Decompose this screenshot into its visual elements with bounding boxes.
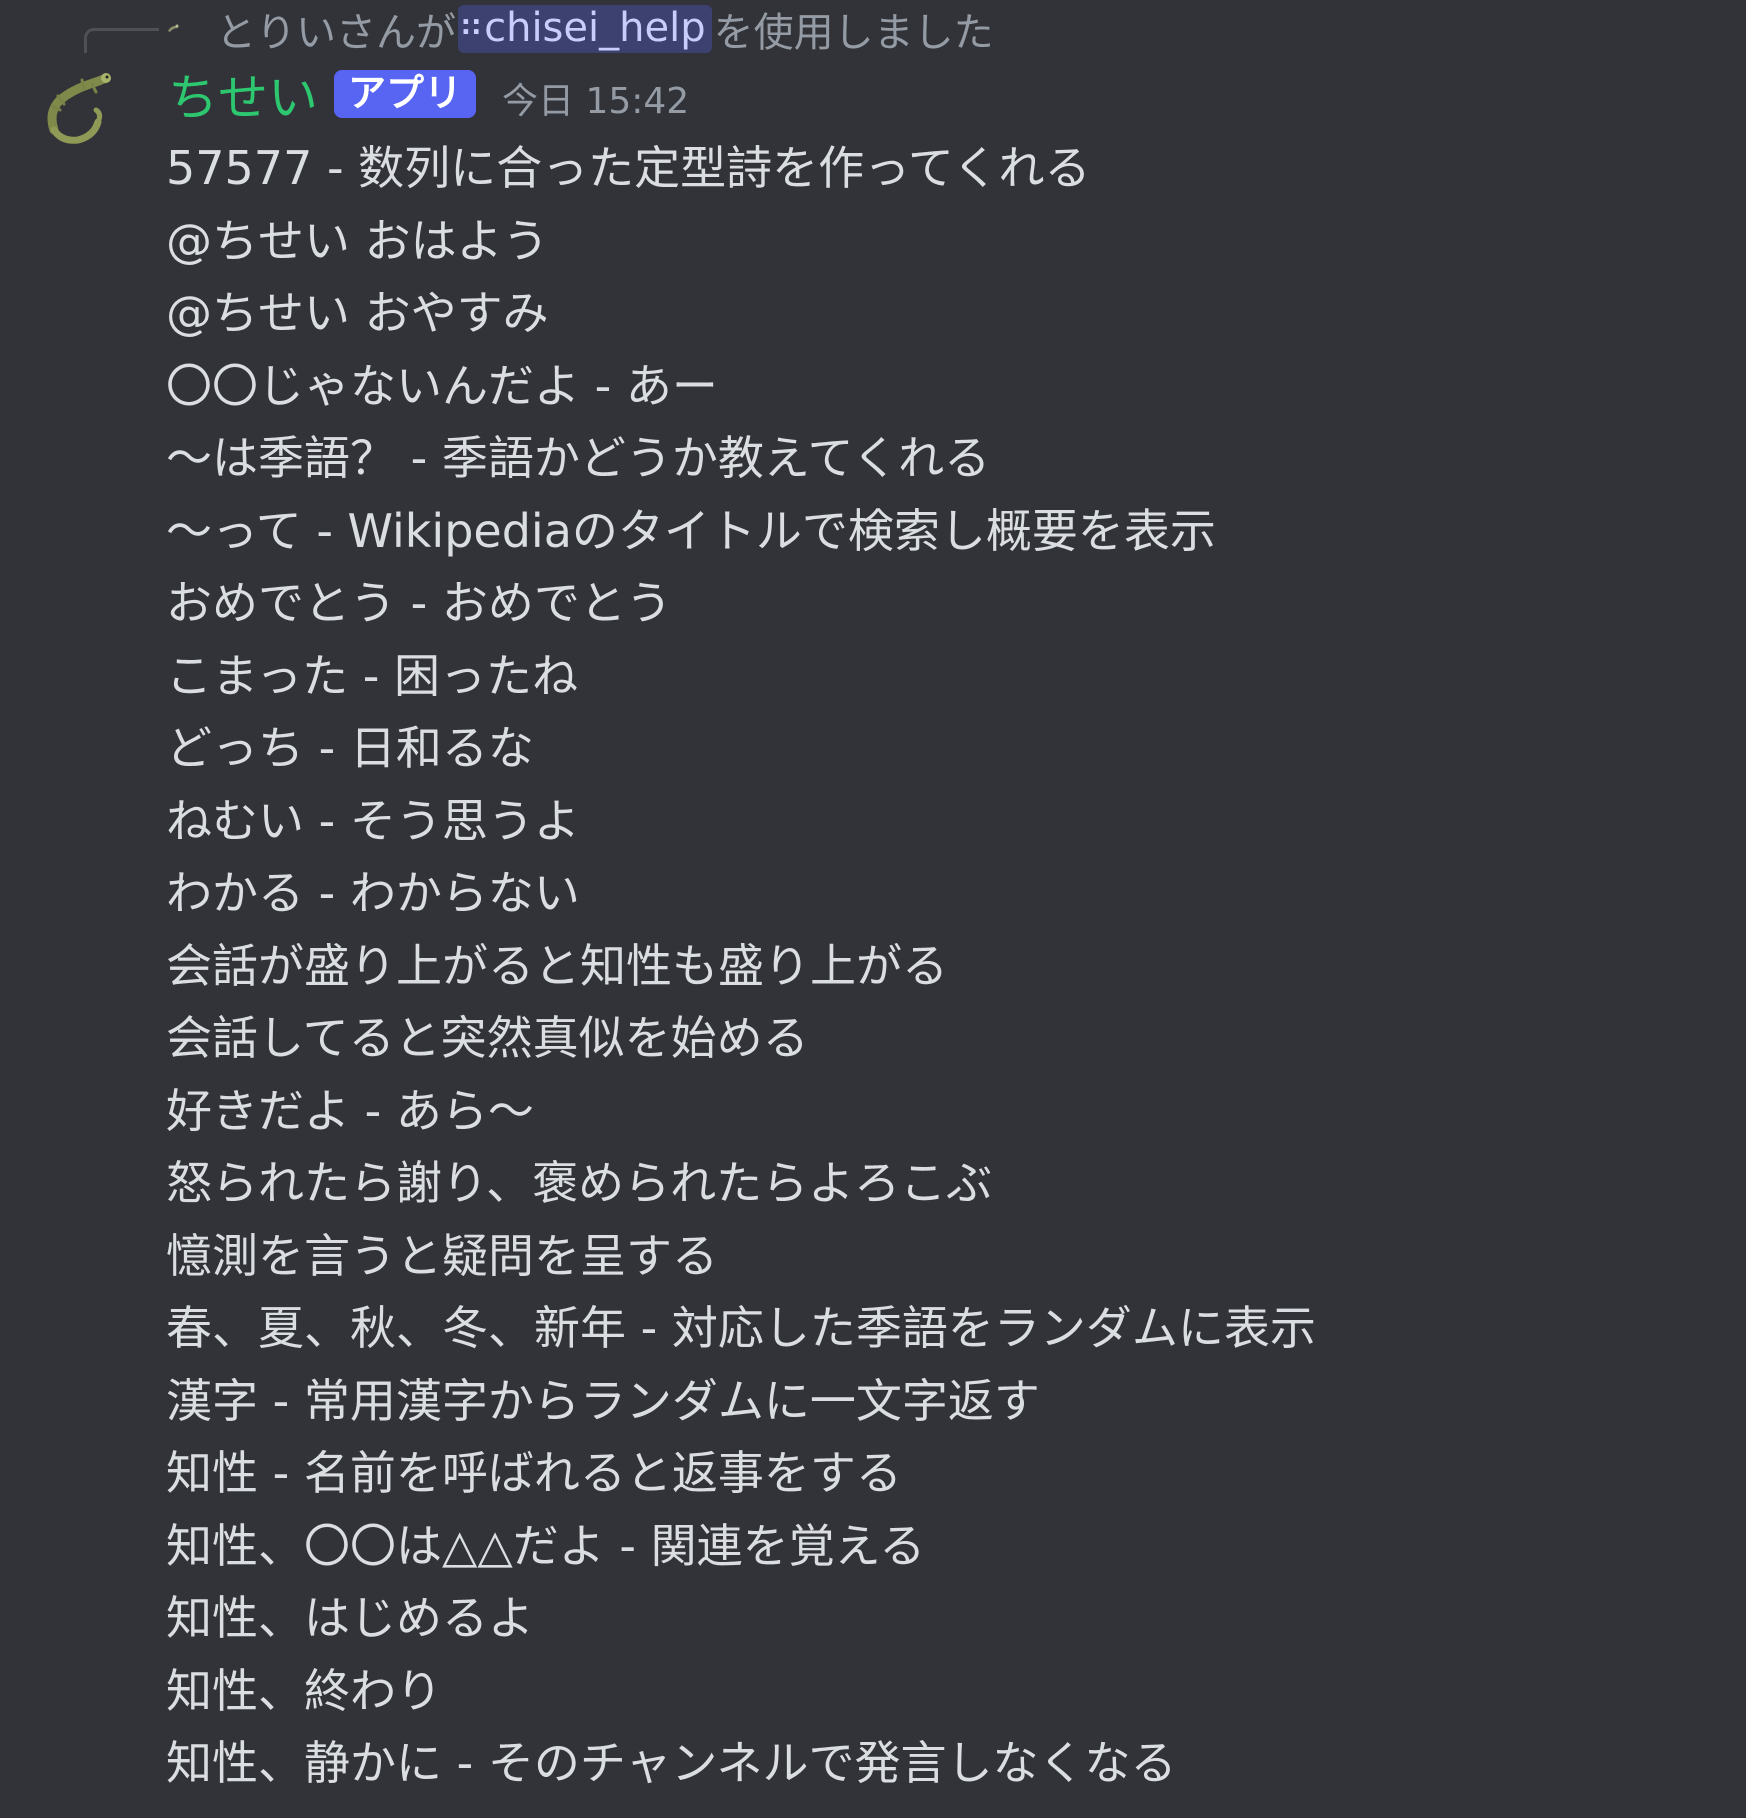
message-line: 知性、終わり [166, 1663, 442, 1718]
slash-command-icon: ∷ [462, 13, 481, 43]
message-line: 会話が盛り上がると知性も盛り上がる [166, 938, 948, 993]
message-line: 会話してると突然真似を始める [166, 1011, 809, 1065]
mini-avatar-icon [168, 24, 179, 32]
command-name: chisei_help [484, 5, 706, 51]
message-line: 漢字 - 常用漢字からランダムに一文字返す [166, 1373, 1040, 1428]
message-line: @ちせい おはよう [166, 213, 549, 268]
message-header: ちせい アプリ 今日 15:42 [168, 60, 689, 128]
reply-context[interactable]: とりいさんが ∷ chisei_help を使用しました [166, 0, 994, 58]
message-line: おめでとう - おめでとう [166, 576, 672, 630]
message-line: こまった - 困ったね [166, 648, 579, 703]
message-line: わかる - わからない [166, 866, 580, 920]
message-line: どっち - 日和るな [166, 721, 534, 775]
timestamp[interactable]: 今日 15:42 [502, 72, 689, 124]
app-badge: アプリ [334, 70, 477, 118]
command-mention[interactable]: ∷ chisei_help [458, 5, 712, 53]
message-line: 知性 - 名前を呼ばれると返事をする [166, 1446, 902, 1500]
message-line: 好きだよ - あら～ [166, 1083, 534, 1138]
reply-text-after: を使用しました [713, 10, 994, 56]
reply-spine [84, 28, 159, 53]
message-line: ～は季語？ - 季語かどうか教えてくれる [166, 431, 991, 485]
message-line: ～って - Wikipediaのタイトルで検索し概要を表示 [166, 503, 1216, 558]
message-line: 怒られたら謝り、褒められたらよろこぶ [166, 1156, 993, 1210]
username[interactable]: ちせい [168, 58, 318, 130]
avatar[interactable] [44, 70, 116, 150]
message-line: ねむい - そう思うよ [166, 793, 580, 848]
reply-text-before: とりいさんが [216, 10, 456, 56]
message-content: 57577 - 数列に合った定型詩を作ってくれる @ちせい おはよう @ちせい … [166, 132, 1726, 1800]
message-line: 知性、静かに - そのチャンネルで発言しなくなる [166, 1736, 1177, 1790]
message-line: 憶測を言うと疑問を呈する [166, 1228, 718, 1283]
message-line: 〇〇じゃないんだよ - あー [166, 358, 718, 413]
message-line: 57577 - 数列に合った定型詩を作ってくれる [166, 141, 1091, 195]
message-line: 知性、〇〇は△△だよ - 関連を覚える [166, 1518, 926, 1573]
message-line: @ちせい おやすみ [166, 286, 549, 340]
message-line: 知性、はじめるよ [166, 1591, 534, 1645]
message-line: 春、夏、秋、冬、新年 - 対応した季語をランダムに表示 [166, 1301, 1316, 1355]
